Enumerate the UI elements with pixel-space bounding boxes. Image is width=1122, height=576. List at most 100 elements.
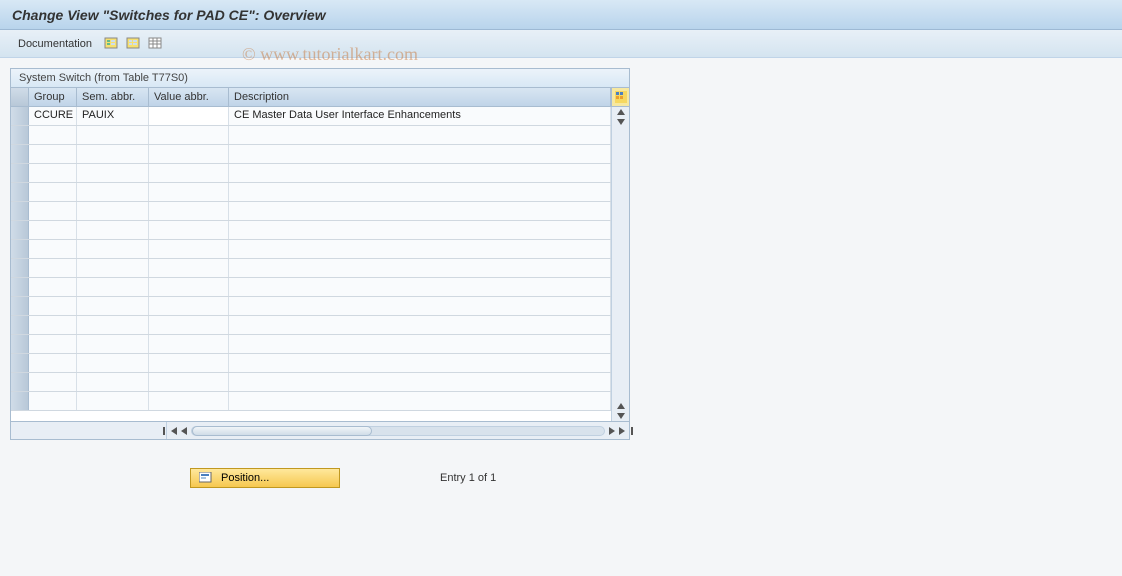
cell-group (29, 202, 77, 220)
table-row[interactable] (11, 373, 611, 392)
cell-value[interactable] (149, 240, 229, 258)
cell-sem (77, 126, 149, 144)
scroll-left-icon[interactable] (181, 427, 187, 435)
row-selector[interactable] (11, 392, 29, 410)
scroll-page-up-icon[interactable] (617, 403, 625, 409)
cell-group (29, 297, 77, 315)
hscroll-thumb[interactable] (192, 426, 372, 436)
vertical-scrollbar[interactable] (611, 107, 629, 421)
horizontal-scrollbar[interactable] (167, 426, 629, 436)
table-settings-icon[interactable] (148, 37, 164, 51)
row-selector[interactable] (11, 354, 29, 372)
cell-value[interactable] (149, 297, 229, 315)
table-row[interactable] (11, 221, 611, 240)
column-header-sem[interactable]: Sem. abbr. (77, 88, 149, 106)
row-selector-header[interactable] (11, 88, 29, 106)
cell-value[interactable] (149, 107, 229, 125)
hscroll-track[interactable] (191, 426, 605, 436)
table-row[interactable] (11, 240, 611, 259)
cell-group (29, 240, 77, 258)
deselect-all-icon[interactable] (126, 37, 142, 51)
cell-value[interactable] (149, 202, 229, 220)
cell-value[interactable] (149, 354, 229, 372)
row-selector[interactable] (11, 373, 29, 391)
row-selector[interactable] (11, 278, 29, 296)
toolbar: Documentation (0, 30, 1122, 58)
cell-sem (77, 392, 149, 410)
row-selector[interactable] (11, 145, 29, 163)
table-row[interactable] (11, 278, 611, 297)
table-row[interactable] (11, 297, 611, 316)
table-config-button[interactable] (611, 88, 629, 106)
cell-sem (77, 221, 149, 239)
cell-value[interactable] (149, 392, 229, 410)
row-selector[interactable] (11, 221, 29, 239)
position-button[interactable]: Position... (190, 468, 340, 488)
position-label: Position... (221, 472, 269, 484)
cell-value[interactable] (149, 164, 229, 182)
table-row[interactable] (11, 164, 611, 183)
row-selector[interactable] (11, 297, 29, 315)
row-selector[interactable] (11, 259, 29, 277)
table-header-row: Group Sem. abbr. Value abbr. Description (11, 88, 629, 107)
scroll-down-icon[interactable] (617, 119, 625, 125)
scroll-right-icon[interactable] (609, 427, 615, 435)
table-title: System Switch (from Table T77S0) (11, 69, 629, 88)
row-selector[interactable] (11, 126, 29, 144)
cell-value[interactable] (149, 259, 229, 277)
title-bar: Change View "Switches for PAD CE": Overv… (0, 0, 1122, 30)
column-header-group[interactable]: Group (29, 88, 77, 106)
cell-group (29, 278, 77, 296)
row-selector[interactable] (11, 335, 29, 353)
select-all-icon[interactable] (104, 37, 120, 51)
row-selector[interactable] (11, 183, 29, 201)
cell-sem: PAUIX (77, 107, 149, 125)
content-area: System Switch (from Table T77S0) Group S… (0, 58, 1122, 576)
cell-group: CCURE (29, 107, 77, 125)
row-selector[interactable] (11, 316, 29, 334)
row-selector[interactable] (11, 164, 29, 182)
row-selector[interactable] (11, 202, 29, 220)
table-row[interactable] (11, 316, 611, 335)
scroll-page-down-icon[interactable] (617, 413, 625, 419)
table-row[interactable] (11, 202, 611, 221)
cell-desc (229, 297, 611, 315)
scroll-last-icon[interactable] (619, 427, 625, 435)
scroll-first-icon[interactable] (171, 427, 177, 435)
column-header-desc[interactable]: Description (229, 88, 611, 106)
cell-desc (229, 145, 611, 163)
cell-group (29, 145, 77, 163)
table-row[interactable] (11, 183, 611, 202)
table-row[interactable] (11, 392, 611, 411)
column-header-val[interactable]: Value abbr. (149, 88, 229, 106)
cell-value[interactable] (149, 316, 229, 334)
table-row[interactable] (11, 335, 611, 354)
cell-desc (229, 354, 611, 372)
cell-sem (77, 164, 149, 182)
table-row[interactable] (11, 145, 611, 164)
scroll-up-icon[interactable] (617, 109, 625, 115)
cell-group (29, 316, 77, 334)
table-body: CCUREPAUIXCE Master Data User Interface … (11, 107, 629, 421)
cell-value[interactable] (149, 335, 229, 353)
cell-value[interactable] (149, 278, 229, 296)
cell-sem (77, 316, 149, 334)
table-row[interactable]: CCUREPAUIXCE Master Data User Interface … (11, 107, 611, 126)
cell-desc (229, 373, 611, 391)
cell-value[interactable] (149, 126, 229, 144)
cell-group (29, 221, 77, 239)
row-selector[interactable] (11, 240, 29, 258)
cell-value[interactable] (149, 183, 229, 201)
cell-desc (229, 164, 611, 182)
cell-value[interactable] (149, 373, 229, 391)
cell-sem (77, 373, 149, 391)
table-row[interactable] (11, 354, 611, 373)
documentation-button[interactable]: Documentation (12, 36, 98, 52)
cell-sem (77, 183, 149, 201)
cell-value[interactable] (149, 221, 229, 239)
row-selector[interactable] (11, 107, 29, 125)
cell-sem (77, 354, 149, 372)
cell-value[interactable] (149, 145, 229, 163)
table-row[interactable] (11, 259, 611, 278)
table-row[interactable] (11, 126, 611, 145)
